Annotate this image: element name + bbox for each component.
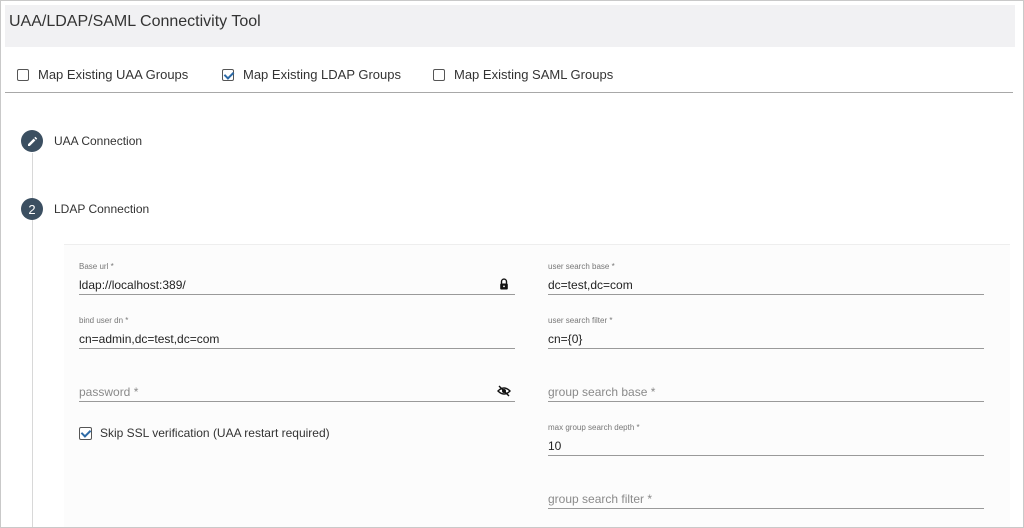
user-search-base-underline [548, 294, 984, 295]
map-groups-options: Map Existing UAA Groups Map Existing LDA… [1, 53, 1015, 93]
skip-ssl-label: Skip SSL verification (UAA restart requi… [100, 426, 330, 440]
password-input[interactable]: password * [79, 385, 138, 399]
map-ldap-groups-option[interactable]: Map Existing LDAP Groups [222, 67, 401, 82]
map-ldap-groups-checkbox[interactable] [222, 68, 234, 81]
bind-user-dn-input[interactable]: cn=admin,dc=test,dc=com [79, 332, 219, 346]
map-uaa-groups-checkbox[interactable] [17, 68, 29, 81]
base-url-input[interactable]: ldap://localhost:389/ [79, 278, 186, 292]
max-group-search-depth-label: max group search depth * [548, 423, 640, 432]
lock-icon [497, 277, 511, 291]
map-uaa-groups-option[interactable]: Map Existing UAA Groups [17, 67, 188, 82]
group-search-base-field[interactable]: group search base * [548, 369, 984, 405]
map-saml-groups-option[interactable]: Map Existing SAML Groups [433, 67, 613, 82]
app-title: UAA/LDAP/SAML Connectivity Tool [9, 13, 261, 30]
user-search-base-label: user search base * [548, 262, 615, 271]
step-ldap-connection[interactable]: 2 LDAP Connection [21, 198, 149, 220]
user-search-base-field[interactable]: user search base * dc=test,dc=com [548, 262, 984, 298]
group-search-filter-input[interactable]: group search filter * [548, 492, 652, 506]
map-saml-groups-checkbox[interactable] [433, 68, 445, 81]
eye-off-icon[interactable] [497, 384, 511, 398]
map-ldap-groups-label: Map Existing LDAP Groups [243, 67, 401, 82]
map-saml-groups-label: Map Existing SAML Groups [454, 67, 614, 82]
app-window: UAA/LDAP/SAML Connectivity Tool Map Exis… [0, 0, 1024, 528]
map-uaa-groups-label: Map Existing UAA Groups [38, 67, 189, 82]
pencil-icon [21, 130, 43, 152]
max-group-search-depth-field[interactable]: max group search depth * 10 [548, 423, 984, 459]
bind-user-dn-underline [79, 348, 515, 349]
group-search-base-underline [548, 401, 984, 402]
user-search-filter-underline [548, 348, 984, 349]
max-group-search-depth-input[interactable]: 10 [548, 439, 561, 453]
step-uaa-connection-label: UAA Connection [54, 134, 143, 148]
app-header: UAA/LDAP/SAML Connectivity Tool [5, 5, 1015, 47]
max-group-search-depth-underline [548, 455, 984, 456]
user-search-filter-input[interactable]: cn={0} [548, 332, 582, 346]
password-underline [79, 401, 515, 402]
user-search-base-input[interactable]: dc=test,dc=com [548, 278, 633, 292]
step-uaa-connection[interactable]: UAA Connection [21, 130, 142, 152]
bind-user-dn-label: bind user dn * [79, 316, 129, 325]
base-url-label: Base url * [79, 262, 114, 271]
user-search-filter-field[interactable]: user search filter * cn={0} [548, 316, 984, 352]
group-search-filter-field[interactable]: group search filter * [548, 476, 984, 512]
step-number-badge: 2 [21, 198, 43, 220]
skip-ssl-option[interactable]: Skip SSL verification (UAA restart requi… [79, 426, 330, 440]
step-ldap-connection-label: LDAP Connection [54, 202, 150, 216]
bind-user-dn-field[interactable]: bind user dn * cn=admin,dc=test,dc=com [79, 316, 515, 352]
user-search-filter-label: user search filter * [548, 316, 613, 325]
group-search-base-input[interactable]: group search base * [548, 385, 655, 399]
header-divider [5, 92, 1013, 93]
password-field[interactable]: password * [79, 369, 515, 405]
group-search-filter-underline [548, 508, 984, 509]
base-url-field[interactable]: Base url * ldap://localhost:389/ [79, 262, 515, 298]
base-url-underline [79, 294, 515, 295]
skip-ssl-checkbox[interactable] [79, 426, 92, 440]
